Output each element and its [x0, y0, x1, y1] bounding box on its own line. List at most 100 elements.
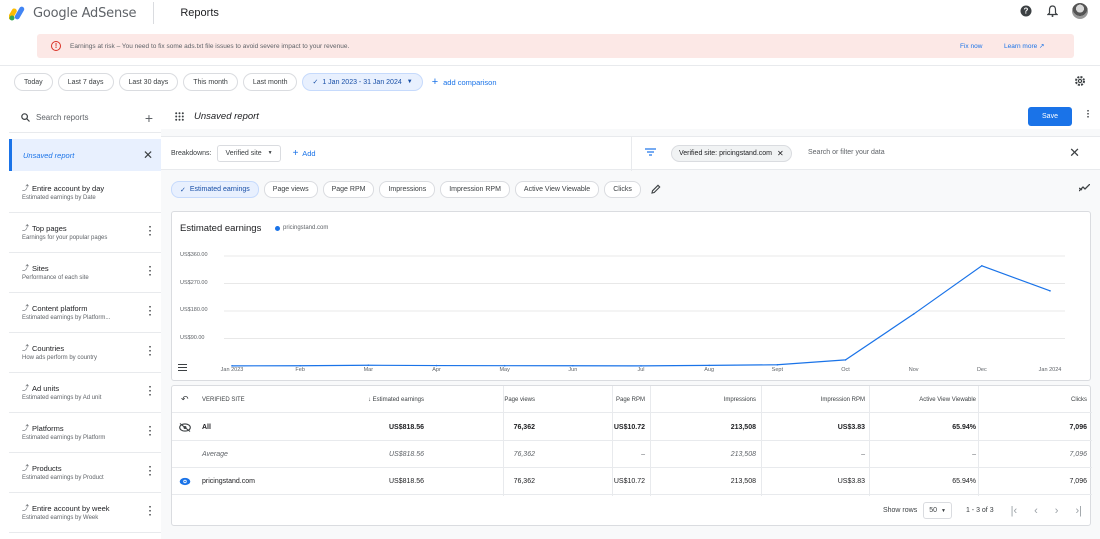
x-tick-label: Jan 2024	[1038, 367, 1062, 373]
report-item-more-icon[interactable]: · · ·	[149, 223, 152, 241]
visibility-eye-icon[interactable]	[179, 477, 191, 488]
table-cell: US$818.56	[388, 424, 424, 431]
report-trend-icon: ⤴	[22, 345, 29, 352]
report-item-subtitle: Estimated earnings by Week	[22, 515, 99, 521]
sidebar-report-item[interactable]: ⤴ Content platform Estimated earnings by P…	[9, 293, 161, 333]
search-reports-field[interactable]: Search reports +	[9, 103, 161, 133]
rows-per-page-dropdown[interactable]: 50 ▼	[923, 502, 952, 519]
fix-now-link[interactable]: Fix now	[960, 43, 982, 50]
x-tick-label: Jun	[568, 367, 578, 373]
report-item-subtitle: Estimated earnings by Date	[22, 195, 96, 201]
learn-more-link[interactable]: Learn more ↗	[1004, 42, 1045, 50]
sidebar-item-unsaved-report[interactable]: Unsaved report ✕	[9, 139, 161, 171]
metric-chip-impressions[interactable]: Impressions	[379, 181, 436, 198]
visibility-off-icon[interactable]	[179, 423, 191, 434]
metric-chip-impression-rpm[interactable]: Impression RPM	[440, 181, 510, 198]
series-line	[231, 265, 1051, 367]
report-item-title: Countries	[32, 343, 65, 353]
adsense-logo-icon	[9, 6, 25, 21]
sidebar-report-item[interactable]: ⤴ Platforms Estimated earnings by Platform…	[9, 413, 161, 453]
dropdown-arrow-icon: ▼	[406, 79, 413, 85]
date-filter-bar: Today Last 7 days Last 30 days This mont…	[14, 73, 497, 91]
metric-chip-estimated-earnings[interactable]: ✓ Estimated earnings	[171, 181, 259, 198]
filter-icon[interactable]	[645, 148, 656, 158]
table-cell: Active View Viewable	[919, 396, 976, 403]
report-item-more-icon[interactable]: · · ·	[149, 503, 152, 521]
previous-page-icon[interactable]: ‹	[1034, 505, 1038, 517]
breakdown-dropdown[interactable]: Verified site ▼	[217, 144, 281, 162]
series-point	[776, 363, 779, 366]
report-title[interactable]: Unsaved report	[194, 111, 259, 122]
report-item-subtitle: Estimated earnings by Product	[22, 475, 104, 481]
clear-filters-close-icon[interactable]: ✕	[1069, 145, 1080, 161]
metric-chip-active-view-viewable[interactable]: Active View Viewable	[514, 181, 600, 198]
save-button[interactable]: Save	[1028, 107, 1072, 126]
search-reports-placeholder: Search reports	[36, 113, 89, 122]
sidebar-item-label: Unsaved report	[23, 150, 75, 160]
more-options-icon[interactable]: · · ·	[1087, 107, 1090, 123]
report-item-subtitle: How ads perform by country	[22, 355, 98, 361]
next-page-icon[interactable]: ›	[1055, 505, 1059, 517]
report-item-more-icon[interactable]: · · ·	[149, 383, 152, 401]
sidebar-report-item[interactable]: ⤴ Sites Performance of each site · · ·	[9, 253, 161, 293]
table-cell: Page RPM	[615, 396, 645, 403]
x-tick-label: Sept	[771, 367, 783, 373]
apps-grid-icon[interactable]	[175, 111, 184, 121]
table-row-average: Average US$818.56 76,362 – 213,508 – – 7,096	[172, 441, 1092, 468]
filter-search-input[interactable]: Search or filter your data	[808, 149, 885, 156]
adsense-logo[interactable]: Google AdSense	[9, 5, 137, 21]
alert-message: Earnings at risk – You need to fix some …	[70, 42, 350, 50]
sidebar-report-item[interactable]: ⤴ Top pages Earnings for your popular page…	[9, 213, 161, 253]
chart-type-trend-icon[interactable]	[1078, 183, 1091, 194]
metric-chip-page-rpm[interactable]: Page RPM	[322, 181, 375, 198]
report-item-more-icon[interactable]: · · ·	[149, 263, 152, 281]
report-item-more-icon[interactable]: · · ·	[149, 463, 152, 481]
first-page-icon[interactable]: |‹	[1011, 505, 1018, 517]
divider	[153, 2, 155, 24]
report-item-more-icon[interactable]: · · ·	[149, 343, 152, 361]
report-item-more-icon[interactable]: · · ·	[149, 303, 152, 321]
x-tick-label: Apr	[432, 367, 441, 373]
sidebar-report-item[interactable]: ⤴ Entire account by day Estimated earnings…	[9, 173, 161, 213]
chart-menu-icon[interactable]	[178, 364, 187, 373]
date-range-selector[interactable]: ✓ 1 Jan 2023 - 31 Jan 2024 ▼	[302, 73, 423, 91]
report-item-more-icon[interactable]: · · ·	[149, 423, 152, 441]
remove-filter-close-icon[interactable]: ✕	[777, 149, 784, 158]
dropdown-arrow-icon: ▼	[941, 507, 946, 514]
close-icon[interactable]: ✕	[143, 148, 153, 162]
settings-gear-icon[interactable]	[1074, 75, 1086, 89]
metric-chip-clicks[interactable]: Clicks	[604, 181, 641, 198]
date-chip-last-7-days[interactable]: Last 7 days	[57, 73, 114, 91]
user-avatar[interactable]	[1072, 3, 1088, 19]
date-chip-today[interactable]: Today	[14, 73, 53, 91]
reset-sort-icon[interactable]: ↶	[181, 394, 189, 405]
metric-chip-page-views[interactable]: Page views	[263, 181, 318, 198]
series-point	[367, 364, 370, 367]
add-comparison-button[interactable]: + add comparison	[432, 76, 497, 88]
x-tick-label: Nov	[908, 367, 919, 373]
help-icon[interactable]: ?	[1020, 5, 1032, 17]
column-divider	[869, 386, 870, 496]
edit-metrics-pencil-icon[interactable]	[651, 184, 661, 196]
check-icon: ✓	[180, 186, 186, 194]
x-tick-label: Aug	[704, 367, 715, 373]
x-tick-label: Oct	[841, 367, 850, 373]
last-page-icon[interactable]: ›|	[1075, 505, 1082, 517]
sidebar-report-item[interactable]: ⤴ Countries How ads perform by country · · ·	[9, 333, 161, 373]
add-report-plus-icon[interactable]: +	[145, 110, 153, 126]
table-cell: US$10.72	[613, 424, 645, 431]
report-item-title: Ad units	[32, 383, 60, 393]
verified-site-filter-chip[interactable]: Verified site: pricingstand.com ✕	[671, 145, 792, 162]
sidebar-report-item[interactable]: ⤴ Products Estimated earnings by Product · ·…	[9, 453, 161, 493]
date-chip-this-month[interactable]: This month	[183, 73, 238, 91]
date-chip-last-30-days[interactable]: Last 30 days	[118, 73, 179, 91]
sidebar-report-item[interactable]: ⤴ Entire account by week Estimated earning…	[9, 493, 161, 533]
report-trend-icon: ⤴	[22, 265, 29, 272]
sidebar-report-item[interactable]: ⤴ Ad units Estimated earnings by Ad unit · ·…	[9, 373, 161, 413]
notifications-bell-icon[interactable]	[1046, 5, 1058, 17]
table-row-site: pricingstand.com US$818.56 76,362 US$10.72 2…	[172, 468, 1092, 495]
report-trend-icon: ⤴	[22, 225, 29, 232]
add-breakdown-button[interactable]: + Add	[293, 148, 316, 159]
date-chip-last-month[interactable]: Last month	[242, 73, 298, 91]
series-point	[708, 364, 710, 367]
